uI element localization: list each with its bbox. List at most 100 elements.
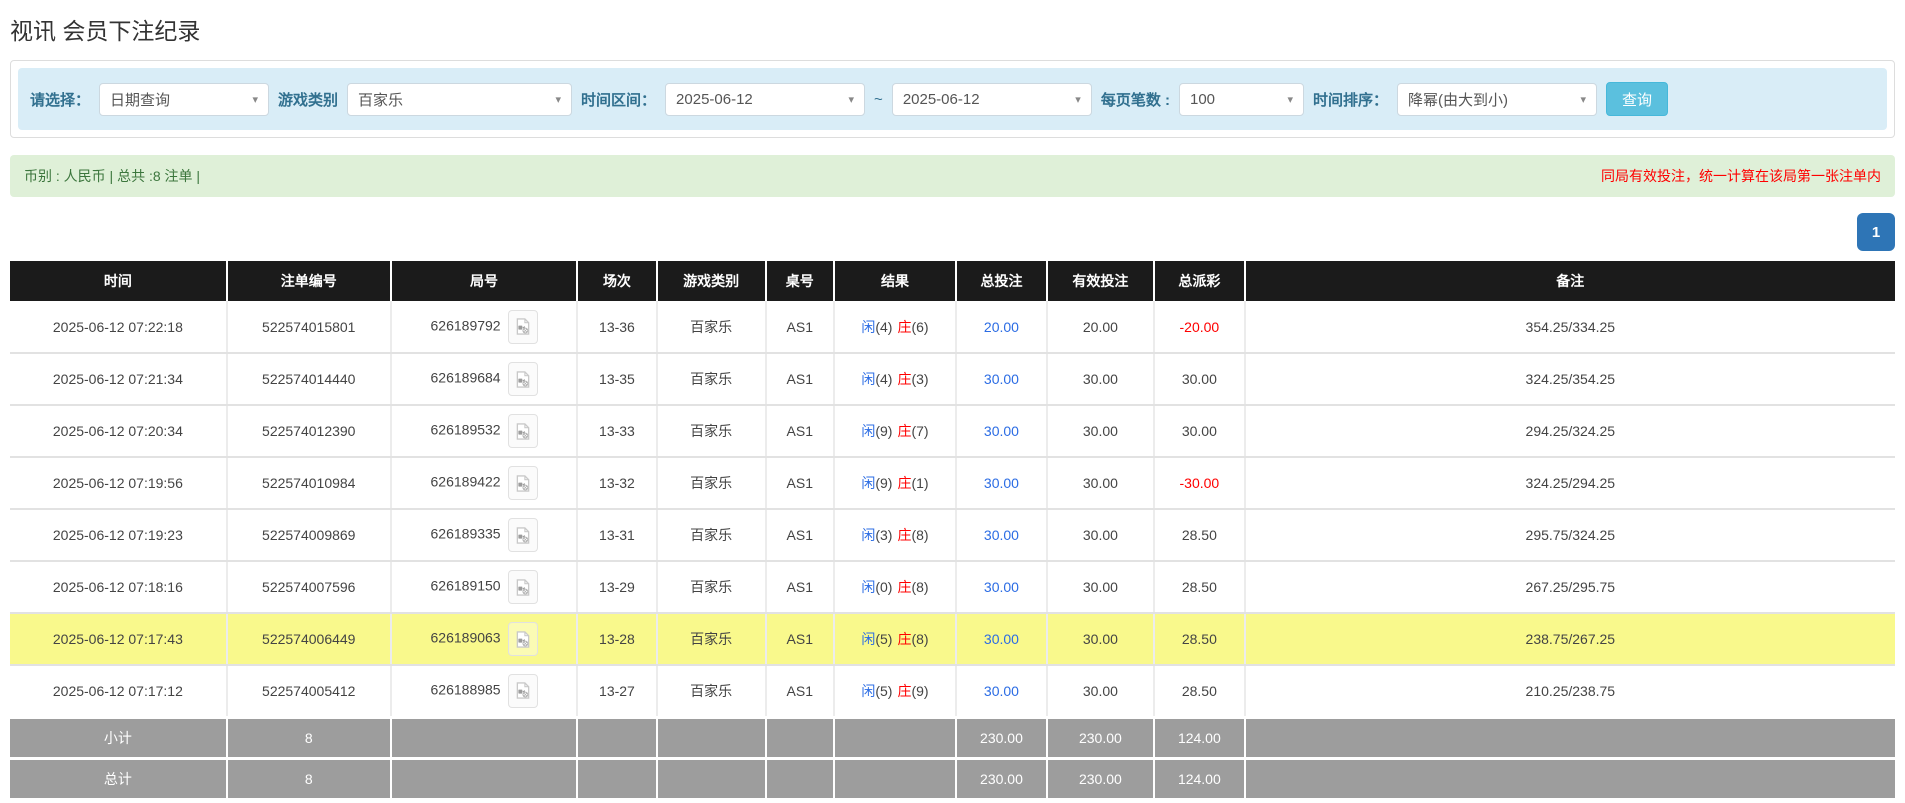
summary-empty-cell	[576, 715, 657, 758]
summary-row: 小计 8 230.00 230.00 124.00	[10, 715, 1895, 758]
summary-empty-cell	[655, 715, 766, 758]
cell-valid-bet: 30.00	[1045, 665, 1155, 718]
banker-result-label: 庄	[897, 371, 912, 387]
video-replay-button[interactable]	[507, 570, 538, 604]
query-type-select[interactable]: 日期查询 ▾	[99, 82, 270, 116]
round-id-value: 626189150	[430, 577, 501, 594]
summary-empty-cell	[655, 756, 766, 798]
page-size-select[interactable]: 100 ▾	[1178, 82, 1304, 116]
page-size-value: 100	[1189, 90, 1216, 108]
summary-empty-cell	[1243, 715, 1895, 758]
cell-payout: 28.50	[1153, 509, 1245, 562]
banker-result-label: 庄	[897, 682, 912, 699]
column-header: 备注	[1243, 261, 1895, 301]
cell-payout: -30.00	[1153, 457, 1245, 510]
cell-table-no: AS1	[764, 509, 834, 562]
cell-session: 13-31	[576, 509, 657, 562]
query-type-label: 请选择：	[30, 91, 91, 109]
cell-round-id: 626189063	[389, 613, 578, 666]
cell-table-no: AS1	[764, 405, 834, 458]
date-range-separator: ~	[874, 90, 883, 108]
player-result-score: (3)	[875, 527, 893, 543]
chevron-down-icon: ▾	[1580, 93, 1586, 106]
banker-result-score: (7)	[911, 423, 929, 439]
round-id-value: 626189422	[430, 473, 501, 490]
summary-empty-cell	[389, 756, 578, 798]
date-to-value: 2025-06-12	[902, 90, 980, 108]
cell-payout: 28.50	[1153, 613, 1245, 666]
column-header: 时间	[10, 261, 227, 301]
cell-result: 闲(9) 庄(1)	[832, 457, 957, 510]
search-button[interactable]: 查询	[1606, 82, 1669, 116]
cell-game-type: 百家乐	[655, 405, 766, 458]
chevron-down-icon: ▾	[1075, 93, 1081, 106]
player-result-score: (4)	[875, 318, 893, 335]
time-sort-select[interactable]: 降幂(由大到小) ▾	[1397, 82, 1597, 116]
cell-remark: 267.25/295.75	[1243, 561, 1895, 614]
summary-empty-cell	[389, 715, 578, 758]
date-to-select[interactable]: 2025-06-12 ▾	[891, 82, 1092, 116]
cell-bet-id: 522574014440	[225, 353, 391, 406]
cell-remark: 294.25/324.25	[1243, 405, 1895, 458]
round-id-value: 626189532	[430, 421, 501, 438]
player-result-label: 闲	[861, 475, 876, 491]
chevron-down-icon: ▾	[848, 93, 855, 106]
video-replay-button[interactable]	[507, 673, 538, 708]
video-replay-button[interactable]	[507, 466, 538, 500]
video-replay-icon	[516, 318, 529, 335]
currency-total-summary: 币别 : 人民币 | 总共 :8 注单 |	[24, 168, 201, 184]
banker-result-score: (1)	[911, 475, 929, 491]
summary-empty-cell	[1243, 756, 1895, 798]
cell-table-no: AS1	[764, 665, 834, 718]
summary-total-bet: 230.00	[955, 715, 1047, 758]
cell-game-type: 百家乐	[655, 665, 766, 718]
video-replay-button[interactable]	[507, 518, 538, 552]
game-type-value: 百家乐	[358, 91, 404, 109]
banker-result-score: (6)	[911, 318, 929, 335]
cell-table-no: AS1	[764, 301, 834, 354]
cell-valid-bet: 30.00	[1045, 613, 1155, 666]
cell-valid-bet: 30.00	[1045, 405, 1155, 458]
cell-remark: 295.75/324.25	[1243, 509, 1895, 562]
player-result-score: (5)	[875, 682, 893, 699]
cell-result: 闲(0) 庄(8)	[832, 561, 957, 614]
cell-total-bet: 30.00	[955, 665, 1047, 718]
summary-empty-cell	[764, 715, 834, 758]
cell-valid-bet: 30.00	[1045, 457, 1155, 510]
summary-row: 总计 8 230.00 230.00 124.00	[10, 756, 1895, 798]
column-header: 局号	[389, 261, 578, 301]
cell-table-no: AS1	[764, 561, 834, 614]
summary-total-bet: 230.00	[955, 756, 1047, 798]
banker-result-score: (8)	[911, 631, 929, 647]
game-type-select[interactable]: 百家乐 ▾	[347, 82, 573, 116]
cell-payout: 28.50	[1153, 561, 1245, 614]
page-button-1[interactable]: 1	[1857, 213, 1895, 251]
video-replay-button[interactable]	[507, 622, 538, 656]
cell-valid-bet: 30.00	[1045, 509, 1155, 562]
cell-session: 13-33	[576, 405, 657, 458]
cell-remark: 354.25/334.25	[1243, 301, 1895, 354]
video-replay-icon	[516, 630, 529, 648]
column-header: 游戏类别	[655, 261, 766, 301]
video-replay-button[interactable]	[507, 362, 538, 396]
table-header-row: 时间 注单编号 局号 场次 游戏类别 桌号 结果 总投注 有效投注 总派彩 备注	[10, 261, 1895, 301]
round-id-value: 626189684	[430, 369, 501, 386]
video-replay-button[interactable]	[507, 414, 538, 448]
summary-empty-cell	[764, 756, 834, 798]
banker-result-label: 庄	[897, 318, 912, 335]
table-row: 2025-06-12 07:20:34 522574012390 6261895…	[10, 405, 1895, 458]
cell-round-id: 626189335	[389, 509, 578, 562]
round-id-value: 626189063	[430, 629, 501, 646]
date-from-value: 2025-06-12	[676, 90, 753, 108]
filter-bar: 请选择： 日期查询 ▾ 游戏类别 百家乐 ▾ 时间区间： 2025-06-12 …	[18, 68, 1887, 130]
cell-game-type: 百家乐	[655, 613, 766, 666]
date-from-select[interactable]: 2025-06-12 ▾	[665, 82, 866, 116]
video-replay-button[interactable]	[507, 309, 538, 344]
cell-time: 2025-06-12 07:20:34	[10, 405, 227, 458]
game-type-label: 游戏类别	[278, 91, 339, 109]
video-replay-icon	[516, 370, 529, 388]
column-header: 结果	[832, 261, 957, 301]
cell-table-no: AS1	[764, 457, 834, 510]
summary-count: 8	[225, 715, 391, 758]
cell-time: 2025-06-12 07:22:18	[10, 301, 227, 354]
